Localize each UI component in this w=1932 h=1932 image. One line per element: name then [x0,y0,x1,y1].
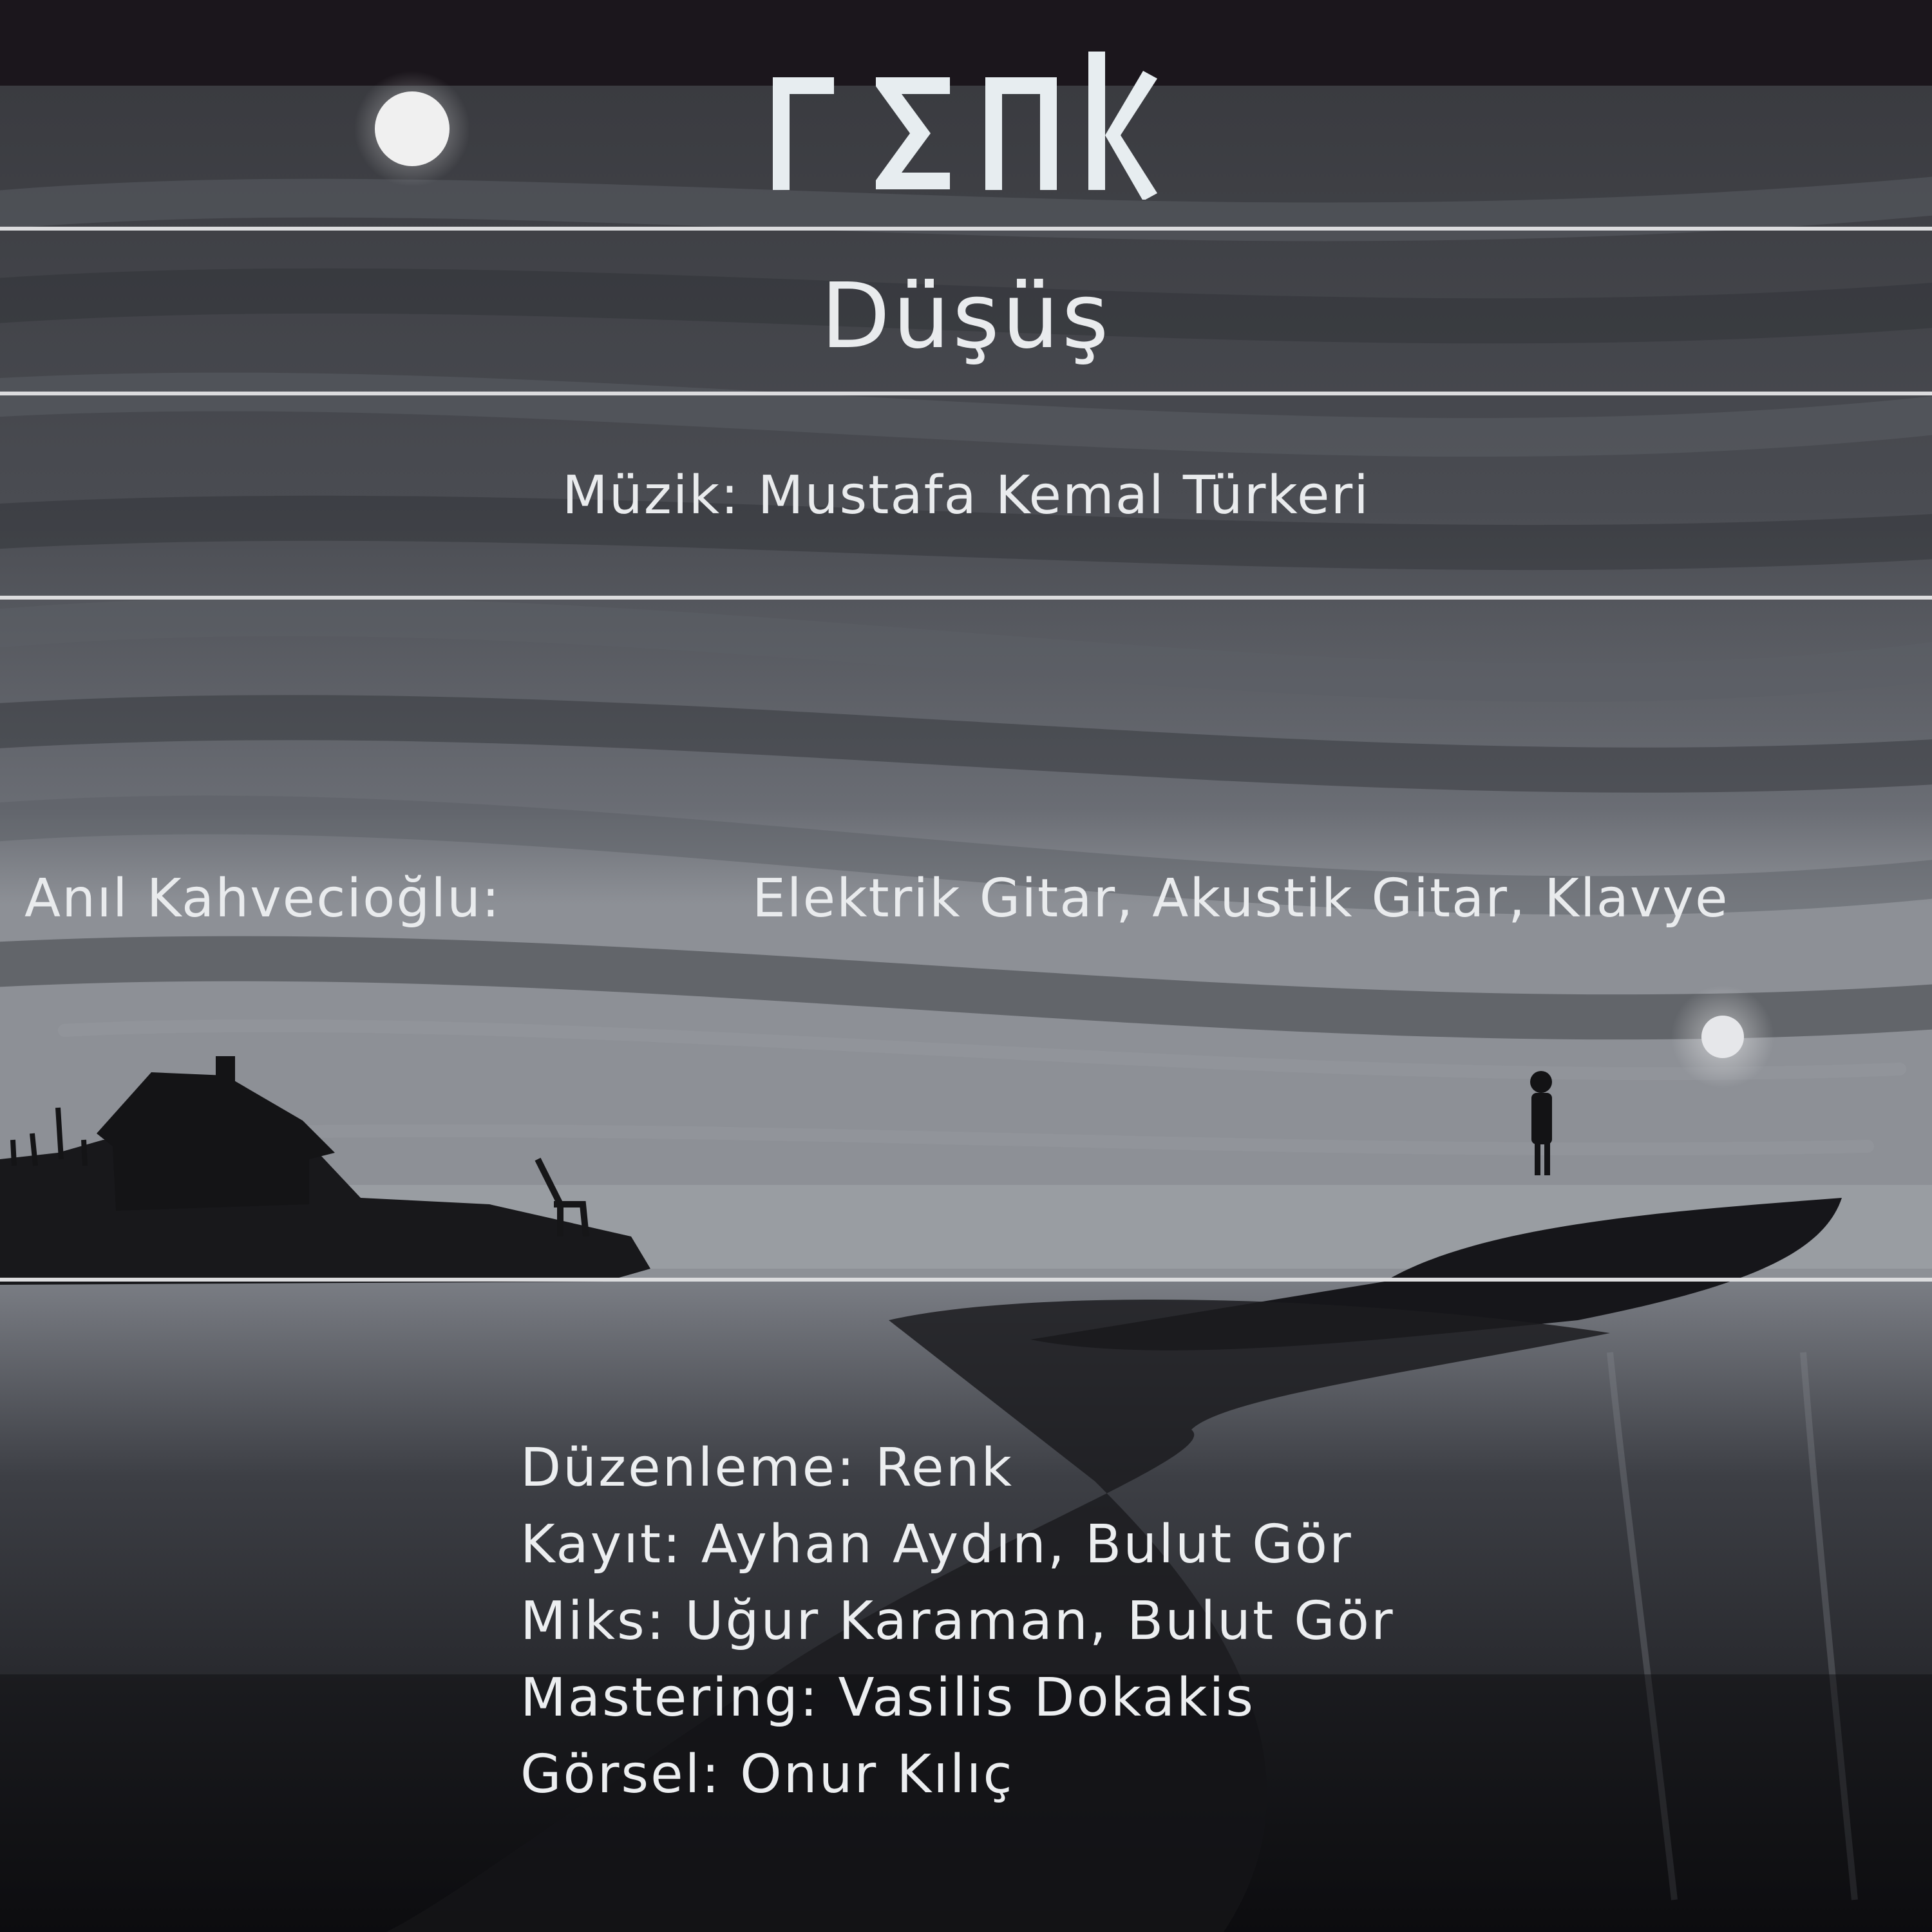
divider-musicians [0,1278,1932,1282]
renk-logo [773,52,1157,200]
credit-recording: Kayıt: Ayhan Aydın, Bulut Gör [520,1514,1353,1575]
divider-top [0,227,1932,231]
track-title: Düşüş [820,264,1112,369]
divider-title [0,392,1932,395]
music-credit: Müzik: Mustafa Kemal Türkeri [562,465,1370,526]
production-credits: Düzenleme: Renk Kayıt: Ayhan Aydın, Bulu… [520,1430,1395,1813]
musician-instruments: Elektrik Gitar, Akustik Gitar, Klavye [752,868,1729,929]
credit-mastering: Mastering: Vasilis Dokakis [520,1667,1255,1728]
credit-mix: Miks: Uğur Karaman, Bulut Gör [520,1591,1395,1652]
credit-arrangement: Düzenleme: Renk [520,1437,1014,1499]
credit-visual: Görsel: Onur Kılıç [520,1744,1014,1805]
divider-music [0,596,1932,600]
musician-name: Anıl Kahvecioğlu: [24,868,501,929]
